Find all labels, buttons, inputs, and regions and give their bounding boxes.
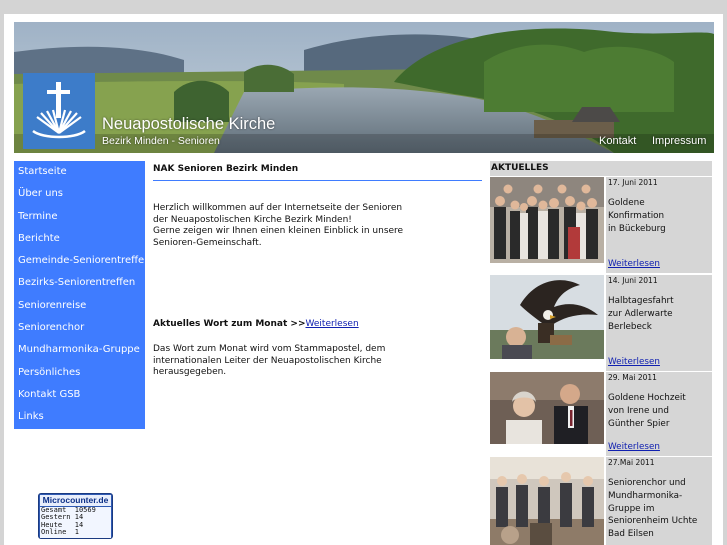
news-weiterlesen-link[interactable]: Weiterlesen bbox=[608, 442, 660, 452]
nav-item-berichte[interactable]: Berichte bbox=[14, 228, 145, 250]
group-photo-image bbox=[490, 177, 604, 263]
couple-photo-image bbox=[490, 372, 604, 444]
eagle-photo-image bbox=[490, 275, 604, 359]
news-photo[interactable] bbox=[490, 372, 604, 444]
nav-item-bezirks-seniorentreffen[interactable]: Bezirks-Seniorentreffen bbox=[14, 272, 145, 294]
news-item: 17. Juni 2011 Goldene Konfirmation in Bü… bbox=[490, 177, 712, 273]
news-photo[interactable] bbox=[490, 177, 604, 263]
news-text: 17. Juni 2011 Goldene Konfirmation in Bü… bbox=[606, 177, 712, 273]
intro-line: Gerne zeigen wir Ihnen einen kleinen Ein… bbox=[153, 226, 404, 236]
sidebar-nav: Startseite Über uns Termine Berichte Gem… bbox=[14, 161, 150, 429]
nav-item-mundharmonika-gruppe[interactable]: Mundharmonika-Gruppe bbox=[14, 339, 145, 361]
wort-weiterlesen-link[interactable]: Weiterlesen bbox=[306, 319, 359, 329]
nav-item-ueber-uns[interactable]: Über uns bbox=[14, 183, 145, 205]
main-content: NAK Senioren Bezirk Minden Herzlich will… bbox=[153, 164, 482, 377]
brand-title: Neuapostolische Kirche bbox=[102, 115, 276, 133]
news-date: 17. Juni 2011 bbox=[608, 178, 658, 187]
news-item: 27.Mai 2011 Seniorenchor und Mundharmoni… bbox=[490, 457, 712, 545]
news-photo[interactable] bbox=[490, 275, 604, 359]
nav-item-termine[interactable]: Termine bbox=[14, 206, 145, 228]
brand-subtitle: Bezirk Minden - Senioren bbox=[102, 135, 220, 147]
wort-paragraph: Das Wort zum Monat wird vom Stammapostel… bbox=[153, 344, 482, 379]
visitor-counter[interactable]: Microcounter.de Gesamt 10569 Gestern 14 … bbox=[38, 493, 113, 539]
wort-line: internationalen Leiter der Neuapostolisc… bbox=[153, 355, 382, 366]
church-logo[interactable] bbox=[23, 73, 95, 149]
news-heading: AKTUELLES bbox=[490, 161, 712, 176]
nav-item-persoenliches[interactable]: Persönliches bbox=[14, 362, 145, 384]
nav-item-startseite[interactable]: Startseite bbox=[14, 161, 145, 183]
news-weiterlesen-link[interactable]: Weiterlesen bbox=[608, 259, 660, 269]
counter-body: Gesamt 10569 Gestern 14 Heute 14 Online … bbox=[40, 506, 111, 538]
news-text: 27.Mai 2011 Seniorenchor und Mundharmoni… bbox=[606, 457, 712, 545]
wort-label: Aktuelles Wort zum Monat >> bbox=[153, 319, 306, 329]
news-item: 14. Juni 2011 Halbtagesfahrt zur Adlerwa… bbox=[490, 275, 712, 371]
impressum-link[interactable]: Impressum bbox=[652, 135, 706, 147]
nav-item-seniorenchor[interactable]: Seniorenchor bbox=[14, 317, 145, 339]
news-weiterlesen-link[interactable]: Weiterlesen bbox=[608, 357, 660, 367]
wort-line: Das Wort zum Monat wird vom Stammapostel… bbox=[153, 344, 386, 354]
church-logo-icon bbox=[32, 82, 86, 139]
news-description: Goldene Konfirmation in Bückeburg bbox=[608, 198, 666, 234]
page: Neuapostolische Kirche Bezirk Minden - S… bbox=[4, 14, 723, 545]
news-date: 29. Mai 2011 bbox=[608, 373, 657, 382]
counter-title: Microcounter.de bbox=[40, 495, 111, 506]
news-item: 29. Mai 2011 Goldene Hochzeit von Irene … bbox=[490, 372, 712, 456]
nav-item-links[interactable]: Links bbox=[14, 406, 145, 428]
choir-photo-image bbox=[490, 457, 604, 545]
news-photo[interactable] bbox=[490, 457, 604, 545]
news-text: 29. Mai 2011 Goldene Hochzeit von Irene … bbox=[606, 372, 712, 456]
news-description: Seniorenchor und Mundharmonika- Gruppe i… bbox=[608, 478, 698, 540]
nav-item-gemeinde-seniorentreffen[interactable]: Gemeinde-Seniorentreffen bbox=[14, 250, 150, 272]
news-description: Goldene Hochzeit von Irene und Günther S… bbox=[608, 393, 686, 429]
news-date: 14. Juni 2011 bbox=[608, 276, 658, 285]
nav-item-kontakt-gsb[interactable]: Kontakt GSB bbox=[14, 384, 145, 406]
nav-item-seniorenreise[interactable]: Seniorenreise bbox=[14, 295, 145, 317]
header-banner: Neuapostolische Kirche Bezirk Minden - S… bbox=[14, 22, 714, 153]
news-date: 27.Mai 2011 bbox=[608, 458, 655, 467]
wort-line: herausgegeben. bbox=[153, 367, 227, 377]
wort-zum-monat: Aktuelles Wort zum Monat >>Weiterlesen bbox=[153, 319, 359, 329]
intro-paragraph: Herzlich willkommen auf der Internetseit… bbox=[153, 203, 482, 249]
intro-line: Senioren-Gemeinschaft. bbox=[153, 237, 262, 248]
intro-line: der Neuapostolischen Kirche Bezirk Minde… bbox=[153, 214, 352, 225]
intro-line: Herzlich willkommen auf der Internetseit… bbox=[153, 203, 403, 213]
news-text: 14. Juni 2011 Halbtagesfahrt zur Adlerwa… bbox=[606, 275, 712, 371]
page-title: NAK Senioren Bezirk Minden bbox=[153, 164, 482, 181]
counter-row: Online 1 bbox=[41, 528, 79, 537]
news-description: Halbtagesfahrt zur Adlerwarte Berlebeck bbox=[608, 296, 674, 332]
kontakt-link[interactable]: Kontakt bbox=[599, 135, 636, 147]
